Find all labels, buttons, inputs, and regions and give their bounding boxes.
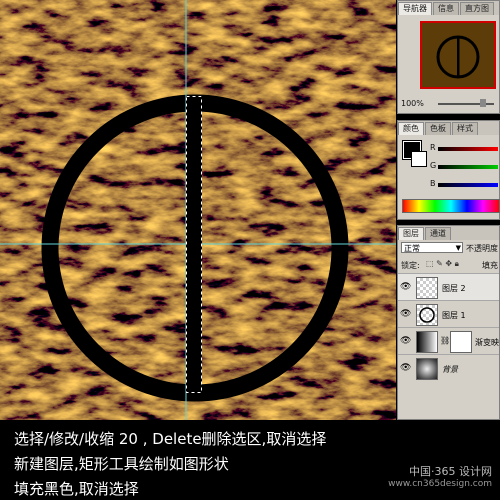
layer-row-layer1[interactable]: 👁︎ 图层 1 xyxy=(398,300,499,327)
canvas-artwork xyxy=(0,0,396,420)
zoom-slider-handle[interactable] xyxy=(480,99,486,107)
chain-icon: ⛓︎ xyxy=(440,336,451,345)
blue-slider[interactable] xyxy=(438,183,498,187)
watermark-site: 中国·365 设计网 xyxy=(409,465,492,478)
channel-label-r: R xyxy=(430,143,436,152)
tab-info[interactable]: 信息 xyxy=(433,2,459,15)
background-thumbnail xyxy=(416,358,438,380)
layers-tabs: 图层 通道 xyxy=(398,226,499,240)
eye-icon[interactable]: 👁︎ xyxy=(400,282,411,292)
zoom-level[interactable]: 100% xyxy=(401,99,424,108)
lock-label: 锁定: xyxy=(401,261,420,270)
eye-icon[interactable]: 👁︎ xyxy=(400,309,411,319)
document-canvas[interactable] xyxy=(0,0,396,420)
layer-row-gradient-map[interactable]: 👁︎ ⛓︎ 渐变映 xyxy=(398,327,499,354)
navigator-thumbnail xyxy=(422,23,494,87)
caption-line-3: 填充黑色,取消选择 xyxy=(14,480,139,498)
tab-swatches[interactable]: 色板 xyxy=(425,122,451,135)
color-panel: 颜色 色板 样式 R G B xyxy=(397,120,500,220)
rectangle-shape xyxy=(187,97,201,392)
layer-row-background[interactable]: 👁︎ 背景 xyxy=(398,354,499,381)
opacity-label: 不透明度 xyxy=(466,244,498,253)
tab-styles[interactable]: 样式 xyxy=(452,122,478,135)
layer-name: 渐变映 xyxy=(475,338,499,347)
tab-navigator[interactable]: 导航器 xyxy=(398,2,432,15)
layer-mask-thumbnail[interactable] xyxy=(450,331,472,353)
tab-channels[interactable]: 通道 xyxy=(425,227,451,240)
tab-histogram[interactable]: 直方图 xyxy=(460,2,494,15)
fill-label: 填充 xyxy=(482,261,498,270)
tab-color[interactable]: 颜色 xyxy=(398,122,424,135)
watermark: 中国·365 设计网 www.cn365design.com xyxy=(388,463,492,489)
blend-mode-select[interactable]: 正常 ▼ xyxy=(401,242,463,253)
chevron-down-icon: ▼ xyxy=(455,244,461,252)
layer-row-layer2[interactable]: 👁︎ 图层 2 xyxy=(398,273,499,300)
color-tabs: 颜色 色板 样式 xyxy=(398,121,499,135)
navigator-preview[interactable] xyxy=(420,21,496,89)
layer2-thumbnail xyxy=(416,277,438,299)
layer1-thumbnail xyxy=(416,304,438,326)
layers-panel: 图层 通道 正常 ▼ 不透明度 锁定: ⬚ ✎ ✥ 🔒︎ 填充 👁︎ 图层 2 … xyxy=(397,225,500,420)
watermark-url: www.cn365design.com xyxy=(388,479,492,489)
caption-line-2: 新建图层,矩形工具绘制如图形状 xyxy=(14,455,229,473)
tab-layers[interactable]: 图层 xyxy=(398,227,424,240)
layer-name: 背景 xyxy=(442,365,458,374)
blend-mode-value: 正常 xyxy=(404,244,420,253)
lock-icons[interactable]: ⬚ ✎ ✥ 🔒︎ xyxy=(426,259,459,269)
gradient-map-thumbnail xyxy=(416,331,438,353)
background-color-swatch[interactable] xyxy=(411,151,427,167)
red-slider[interactable] xyxy=(438,147,498,151)
navigator-tabs: 导航器 信息 直方图 xyxy=(398,1,499,15)
eye-icon[interactable]: 👁︎ xyxy=(400,336,411,346)
green-slider[interactable] xyxy=(438,165,498,169)
color-spectrum-bar[interactable] xyxy=(402,199,500,213)
eye-icon[interactable]: 👁︎ xyxy=(400,363,411,373)
channel-label-g: G xyxy=(430,161,437,170)
navigator-panel: 导航器 信息 直方图 100% xyxy=(397,0,500,114)
caption-line-1: 选择/修改/收缩 20 , Delete删除选区,取消选择 xyxy=(14,430,327,448)
channel-label-b: B xyxy=(430,179,436,188)
layer-name: 图层 2 xyxy=(442,284,466,293)
layer-name: 图层 1 xyxy=(442,311,466,320)
